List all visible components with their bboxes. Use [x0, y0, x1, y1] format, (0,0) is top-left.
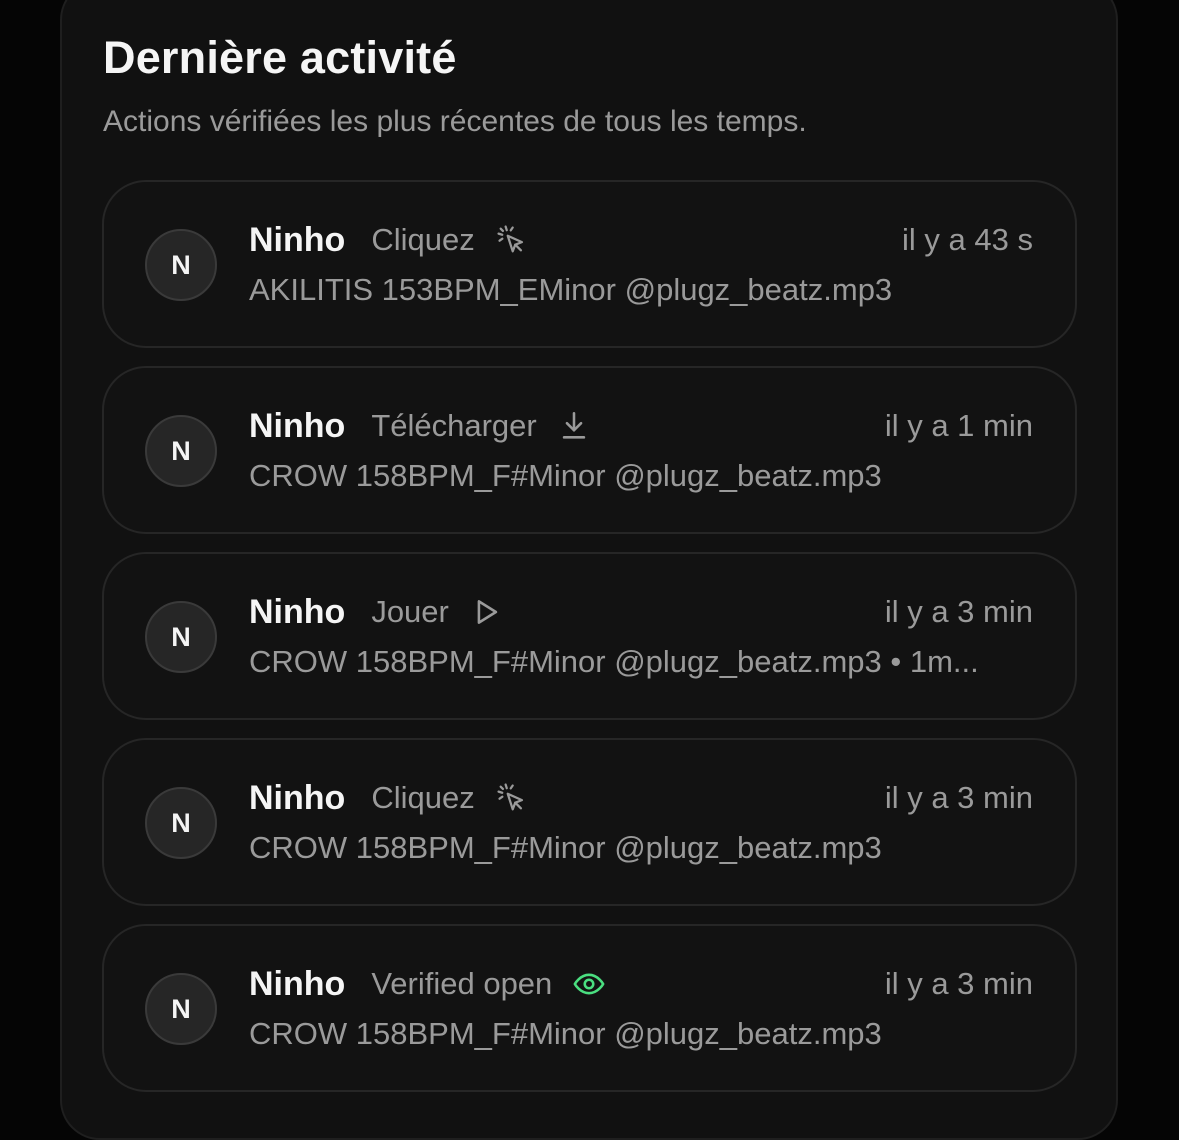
page-title: Dernière activité — [103, 32, 457, 83]
action-label: Jouer — [371, 594, 449, 629]
avatar: N — [145, 415, 217, 487]
user-name: Ninho — [249, 220, 346, 259]
timestamp: il y a 3 min — [884, 966, 1033, 1001]
play-icon — [469, 595, 503, 629]
file-name: AKILITIS 153BPM_EMinor @plugz_beatz.mp3 — [249, 272, 893, 307]
file-name: CROW 158BPM_F#Minor @plugz_beatz.mp3 — [249, 830, 882, 865]
cursor-click-icon — [495, 781, 529, 815]
user-name: Ninho — [249, 406, 346, 445]
file-name: CROW 158BPM_F#Minor @plugz_beatz.mp3 • 1… — [249, 644, 979, 679]
activity-header: Ninho Télécharger il y a 1 min — [249, 404, 1033, 448]
activity-header: Ninho Verified open il y a 3 min — [249, 962, 1033, 1006]
avatar: N — [145, 973, 217, 1045]
action-label: Télécharger — [371, 408, 537, 443]
timestamp: il y a 3 min — [884, 594, 1033, 629]
action-label: Cliquez — [371, 222, 475, 257]
user-name: Ninho — [249, 778, 346, 817]
activity-card[interactable]: N Ninho Verified open il y a 3 min CROW … — [102, 924, 1077, 1092]
activity-header: Ninho Jouer il y a 3 min — [249, 590, 1033, 634]
avatar: N — [145, 601, 217, 673]
timestamp: il y a 1 min — [884, 408, 1033, 443]
eye-icon — [572, 967, 606, 1001]
action-label: Verified open — [371, 966, 553, 1001]
activity-card[interactable]: N Ninho Jouer il y a 3 min CROW 158BPM_F… — [102, 552, 1077, 720]
activity-card[interactable]: N Ninho Télécharger il y a 1 min CROW 15… — [102, 366, 1077, 534]
file-name: CROW 158BPM_F#Minor @plugz_beatz.mp3 — [249, 1016, 882, 1051]
activity-header: Ninho Cliquez il y a 43 s — [249, 218, 1033, 262]
file-name: CROW 158BPM_F#Minor @plugz_beatz.mp3 — [249, 458, 882, 493]
page-subtitle: Actions vérifiées les plus récentes de t… — [103, 105, 807, 138]
activity-list: N Ninho Cliquez il y a 43 s AKILITIS 153… — [102, 180, 1077, 1110]
user-name: Ninho — [249, 964, 346, 1003]
avatar: N — [145, 787, 217, 859]
activity-card[interactable]: N Ninho Cliquez il y a 3 min CROW 158BPM… — [102, 738, 1077, 906]
download-icon — [557, 409, 591, 443]
cursor-click-icon — [495, 223, 529, 257]
action-label: Cliquez — [371, 780, 475, 815]
timestamp: il y a 43 s — [902, 222, 1033, 257]
user-name: Ninho — [249, 592, 346, 631]
activity-header: Ninho Cliquez il y a 3 min — [249, 776, 1033, 820]
avatar: N — [145, 229, 217, 301]
timestamp: il y a 3 min — [884, 780, 1033, 815]
activity-card[interactable]: N Ninho Cliquez il y a 43 s AKILITIS 153… — [102, 180, 1077, 348]
